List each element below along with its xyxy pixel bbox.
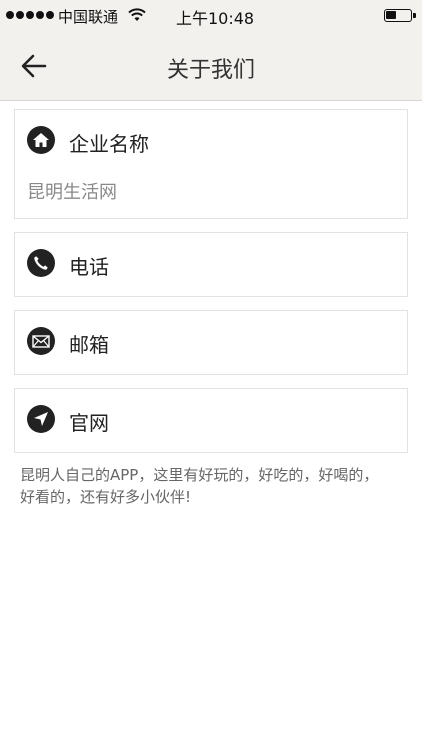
signal-strength-icon [6,11,54,19]
website-row[interactable]: 官网 [15,389,407,453]
navigation-arrow-icon [27,405,55,433]
phone-label: 电话 [69,255,109,279]
clock: 上午10:48 [176,9,255,28]
nav-bar: 关于我们 [0,32,422,101]
phone-card[interactable]: 电话 [14,232,408,297]
website-label: 官网 [69,411,109,435]
carrier-name: 中国联通 [58,8,119,26]
about-description: 昆明人自己的APP，这里有好玩的，好吃的，好喝的，好看的，还有好多小伙伴! [20,466,379,506]
company-value: 昆明生活网 [27,182,117,203]
home-icon [27,126,55,154]
page-title: 关于我们 [166,58,255,83]
battery-level [386,11,396,19]
email-row[interactable]: 邮箱 [15,311,407,375]
company-card: 企业名称 昆明生活网 [14,109,408,219]
email-card[interactable]: 邮箱 [14,310,408,375]
company-row: 企业名称 [15,110,407,174]
phone-icon [27,249,55,277]
website-card[interactable]: 官网 [14,388,408,453]
battery-icon [384,9,416,22]
phone-row[interactable]: 电话 [15,233,407,297]
mail-icon [27,327,55,355]
company-label: 企业名称 [69,132,149,156]
email-label: 邮箱 [69,333,109,357]
status-bar: 中国联通 上午10:48 [0,0,422,32]
wifi-icon [128,8,146,21]
